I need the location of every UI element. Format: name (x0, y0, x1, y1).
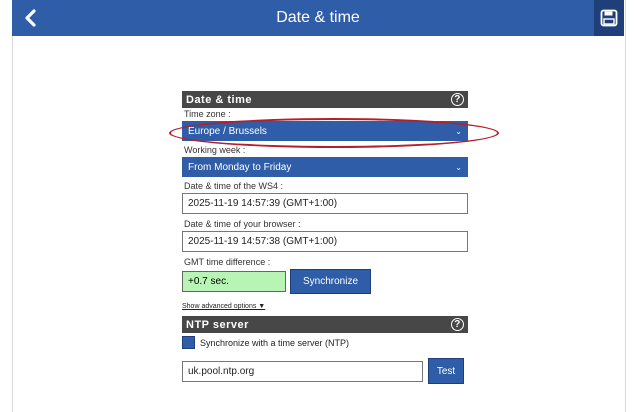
top-bar: Date & time (12, 0, 624, 36)
ws4-datetime-label: Date & time of the WS4 : (184, 181, 284, 191)
working-week-value: From Monday to Friday (188, 161, 292, 173)
ntp-section-header: NTP server ? (182, 316, 468, 333)
section-title: Date & time (186, 93, 253, 106)
gmt-difference-label: GMT time difference : (184, 257, 271, 267)
ntp-server-input[interactable]: uk.pool.ntp.org (182, 360, 423, 382)
section-title: NTP server (186, 318, 249, 331)
floppy-disk-icon (600, 9, 618, 27)
highlight-ellipse (169, 118, 499, 148)
ntp-sync-checkbox[interactable] (182, 336, 195, 349)
help-icon[interactable]: ? (451, 318, 464, 331)
save-button[interactable] (594, 0, 624, 36)
help-icon[interactable]: ? (451, 93, 464, 106)
test-button[interactable]: Test (428, 358, 464, 384)
back-button[interactable] (12, 0, 48, 36)
show-advanced-options-link[interactable]: Show advanced options ▼ (182, 303, 468, 310)
working-week-select[interactable]: From Monday to Friday ⌄ (182, 157, 468, 177)
browser-datetime-label: Date & time of your browser : (184, 219, 301, 229)
ntp-sync-label: Synchronize with a time server (NTP) (200, 337, 350, 348)
gmt-difference-value: +0.7 sec. (182, 271, 286, 292)
date-time-section-header: Date & time ? (182, 91, 468, 108)
chevron-left-icon (25, 9, 36, 27)
page-title: Date & time (276, 9, 360, 26)
synchronize-button[interactable]: Synchronize (290, 269, 371, 294)
browser-datetime-field: 2025-11-19 14:57:38 (GMT+1:00) (182, 231, 468, 252)
ws4-datetime-field: 2025-11-19 14:57:39 (GMT+1:00) (182, 193, 468, 214)
chevron-down-icon: ⌄ (455, 162, 462, 172)
